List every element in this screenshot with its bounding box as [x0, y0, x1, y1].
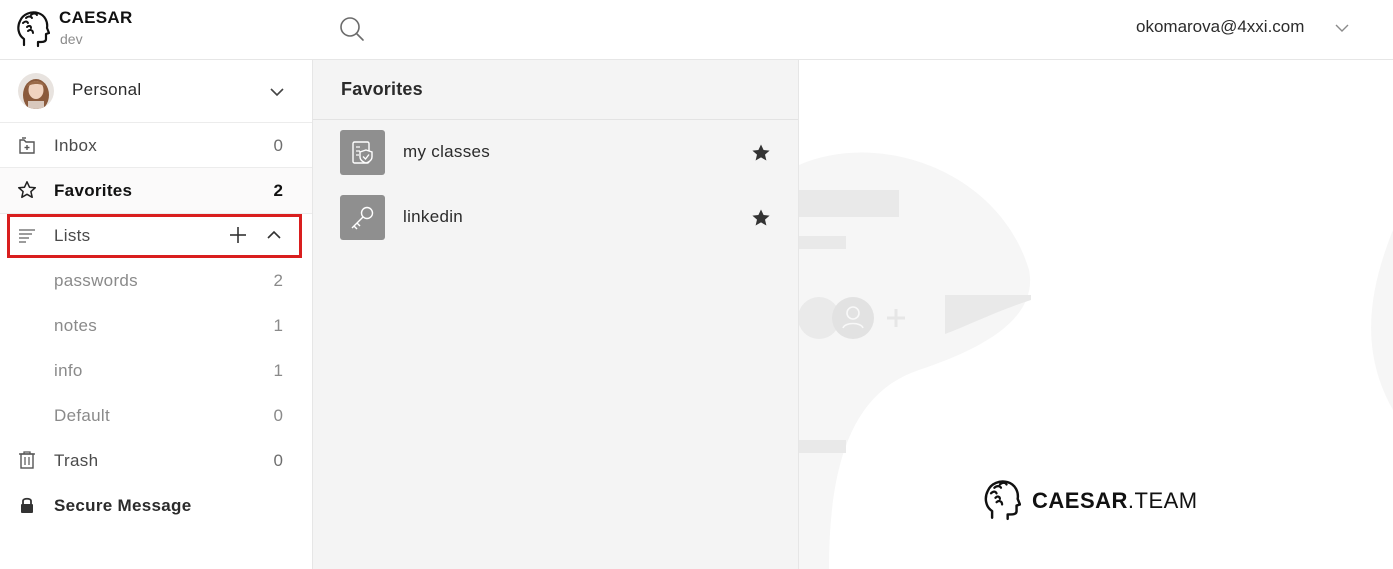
- star-filled-icon[interactable]: [751, 143, 771, 163]
- sidebar-item-label: passwords: [54, 271, 138, 290]
- sidebar-item-inbox[interactable]: Inbox 0: [0, 123, 312, 168]
- sidebar-item-label: Trash: [54, 451, 99, 470]
- lists-icon: [19, 229, 35, 243]
- sidebar-item-label: info: [54, 361, 83, 380]
- caesar-logo-icon[interactable]: [14, 9, 50, 49]
- brand-environment: dev: [60, 31, 83, 47]
- caesar-team-wordmark: CAESAR.TEAM: [1032, 488, 1198, 514]
- search-icon[interactable]: [338, 15, 366, 43]
- wordmark-bold: CAESAR: [1032, 488, 1128, 513]
- sidebar-item-notes[interactable]: notes 1: [0, 303, 312, 348]
- lock-icon: [21, 497, 33, 513]
- item-name: my classes: [403, 142, 491, 161]
- key-icon: [351, 206, 374, 230]
- list-item-my-classes[interactable]: my classes: [313, 120, 798, 182]
- team-name: Personal: [72, 80, 142, 99]
- plus-icon[interactable]: [228, 225, 248, 245]
- sidebar-item-count: 0: [273, 406, 283, 425]
- avatar: [18, 73, 54, 109]
- item-type-badge: [340, 130, 385, 175]
- user-email-menu[interactable]: okomarova@4xxi.com: [1136, 17, 1304, 37]
- sidebar-item-count: 1: [273, 361, 283, 380]
- sidebar: Personal Inbox 0 Favorites 2 Lists passw…: [0, 60, 313, 569]
- chevron-down-icon[interactable]: [1334, 20, 1350, 36]
- sidebar-item-label: Default: [54, 406, 110, 425]
- sidebar-item-count: 0: [273, 136, 283, 155]
- sidebar-item-count: 2: [273, 181, 283, 200]
- sidebar-item-default[interactable]: Default 0: [0, 393, 312, 438]
- sidebar-item-label: Inbox: [54, 136, 98, 155]
- sidebar-item-label: Lists: [54, 226, 91, 245]
- item-name: linkedin: [403, 207, 464, 226]
- sidebar-item-label: notes: [54, 316, 98, 335]
- sidebar-item-secure-message[interactable]: Secure Message: [0, 483, 312, 528]
- sidebar-item-count: 1: [273, 316, 283, 335]
- sidebar-item-info[interactable]: info 1: [0, 348, 312, 393]
- sidebar-item-trash[interactable]: Trash 0: [0, 438, 312, 483]
- caesar-logo-icon: [984, 480, 1021, 521]
- sidebar-item-favorites[interactable]: Favorites 2: [0, 167, 312, 214]
- document-shield-icon: [352, 141, 373, 164]
- sidebar-item-count: 0: [273, 451, 283, 470]
- wordmark-light: .TEAM: [1127, 488, 1198, 513]
- star-filled-icon[interactable]: [751, 208, 771, 228]
- sidebar-item-passwords[interactable]: passwords 2: [0, 258, 312, 303]
- sidebar-item-count: 2: [273, 271, 283, 290]
- top-header: CAESAR dev okomarova@4xxi.com: [0, 0, 1393, 60]
- inbox-icon: [19, 137, 35, 154]
- team-switcher[interactable]: Personal: [0, 60, 312, 123]
- chevron-down-icon[interactable]: [269, 84, 285, 100]
- item-type-badge: [340, 195, 385, 240]
- sidebar-item-label: Secure Message: [54, 496, 192, 515]
- sidebar-item-label: Favorites: [54, 181, 133, 200]
- items-list-panel: Favorites my classes linkedin: [313, 60, 799, 569]
- panel-title: Favorites: [341, 79, 423, 99]
- trash-icon: [19, 451, 35, 469]
- sidebar-item-lists[interactable]: Lists: [0, 213, 312, 258]
- detail-empty-state: CAESAR.TEAM: [799, 60, 1393, 569]
- list-item-linkedin[interactable]: linkedin: [313, 185, 798, 247]
- brand-name: CAESAR: [59, 8, 133, 27]
- star-outline-icon: [17, 181, 37, 199]
- chevron-up-icon[interactable]: [266, 227, 282, 243]
